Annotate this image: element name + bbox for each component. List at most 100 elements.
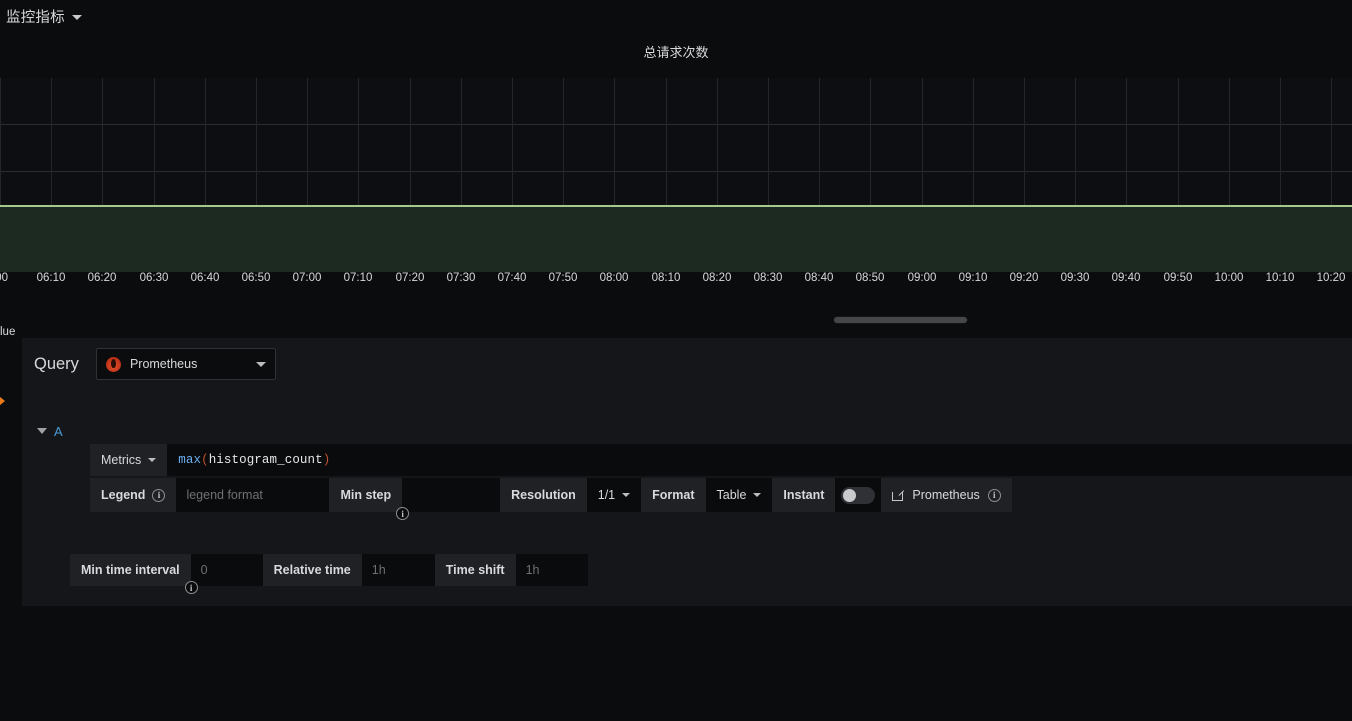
- chevron-down-icon[interactable]: [753, 493, 762, 497]
- query-row-letter: A: [54, 423, 63, 439]
- legend-label-clipped: lue: [0, 326, 16, 338]
- format-label: Format: [641, 478, 706, 512]
- x-axis-tick-label: 06:20: [87, 272, 117, 284]
- x-axis-tick-label: 09:50: [1163, 272, 1193, 284]
- dashboard-title-menu[interactable]: 监控指标: [0, 2, 88, 31]
- x-axis-tick-label: 09:00: [907, 272, 937, 284]
- min-time-interval-label: Min time interval i: [70, 554, 198, 594]
- x-axis-tick-label: 07:40: [497, 272, 527, 284]
- chevron-down-icon[interactable]: [71, 15, 82, 20]
- chevron-down-icon[interactable]: [255, 361, 266, 367]
- x-axis-tick-label: 06:10: [36, 272, 66, 284]
- query-collapse-marker-icon[interactable]: [0, 392, 5, 410]
- metrics-row: Metrics max(histogram_count): [30, 444, 1352, 476]
- series-area-fill: [0, 206, 1352, 272]
- external-link-icon: [892, 490, 904, 501]
- query-token-open-paren: (: [201, 453, 209, 467]
- x-axis-tick-label: 07:20: [395, 272, 425, 284]
- instant-toggle-cell: [835, 478, 882, 512]
- prometheus-flame-icon: [105, 356, 121, 372]
- x-axis-tick-label: 08:30: [753, 272, 783, 284]
- legend-label-text: Legend: [101, 488, 146, 502]
- x-axis: :00 06:10 06:20 06:30 06:40 06:50 07:00 07:10 07…: [0, 272, 1352, 294]
- info-icon[interactable]: i: [987, 488, 1001, 502]
- format-select[interactable]: Table: [705, 478, 773, 512]
- x-axis-tick-label: 06:30: [139, 272, 169, 284]
- relative-time-input[interactable]: [361, 554, 435, 586]
- x-axis-tick-label: :00: [0, 272, 8, 284]
- metrics-browser-button[interactable]: Metrics: [90, 444, 168, 476]
- time-series-graph[interactable]: [0, 78, 1352, 272]
- min-step-label: Min step i: [329, 478, 410, 520]
- x-axis-tick-label: 08:00: [599, 272, 629, 284]
- query-row-header-a[interactable]: A: [30, 418, 1352, 444]
- panel-title: 总请求次数: [643, 45, 709, 60]
- x-axis-tick-label: 07:10: [343, 272, 373, 284]
- query-token-identifier: histogram_count: [208, 453, 323, 467]
- time-shift-label-text: Time shift: [445, 563, 505, 577]
- x-axis-tick-label: 07:00: [292, 272, 322, 284]
- legend-format-input[interactable]: [176, 478, 330, 512]
- format-label-text: Format: [652, 488, 695, 502]
- grafana-app: 监控指标 总请求次数 :00 06:10 06:20 06:30 06:40 06:50 0…: [0, 0, 1352, 721]
- info-icon[interactable]: i: [184, 581, 198, 594]
- x-axis-tick-label: 07:30: [446, 272, 476, 284]
- legend-label: Legend i: [90, 478, 177, 512]
- query-options-row: Legend i Min step i Resolution 1/1 F: [30, 478, 1352, 520]
- relative-time-label-text: Relative time: [273, 563, 351, 577]
- min-time-interval-label-text: Min time interval: [81, 563, 180, 577]
- datasource-name: Prometheus: [129, 357, 198, 371]
- query-label: Query: [34, 354, 79, 373]
- query-token-function: max: [178, 453, 202, 467]
- x-axis-tick-label: 10:20: [1316, 272, 1346, 284]
- graph-panel: 总请求次数 :00 06:10 06:20 06:30 06:40 06:50 07:00 0…: [0, 32, 1352, 338]
- instant-toggle[interactable]: [841, 486, 876, 504]
- caret-down-icon[interactable]: [37, 428, 47, 434]
- instant-label: Instant: [772, 478, 836, 512]
- time-shift-input[interactable]: [515, 554, 588, 586]
- x-axis-tick-label: 10:00: [1214, 272, 1244, 284]
- row-indent-spacer: [30, 478, 90, 512]
- row-indent-spacer: [30, 444, 90, 476]
- x-axis-tick-label: 09:30: [1060, 272, 1090, 284]
- toggle-knob: [843, 488, 857, 502]
- x-axis-tick-label: 09:40: [1111, 272, 1141, 284]
- x-axis-tick-label: 06:40: [190, 272, 220, 284]
- chevron-down-icon[interactable]: [148, 458, 157, 462]
- prometheus-external-link[interactable]: Prometheus i: [881, 478, 1012, 512]
- format-value: Table: [716, 488, 747, 502]
- x-axis-tick-label: 08:10: [651, 272, 681, 284]
- info-icon[interactable]: i: [152, 488, 166, 502]
- options-row-filler: [1011, 478, 1352, 512]
- dashboard-title: 监控指标: [6, 10, 65, 26]
- resolution-value: 1/1: [597, 488, 616, 502]
- x-axis-tick-label: 07:50: [548, 272, 578, 284]
- x-axis-tick-label: 08:40: [804, 272, 834, 284]
- gridline-horizontal: [0, 124, 1352, 125]
- query-settings-row: Min time interval i Relative time Time s…: [70, 554, 588, 594]
- datasource-picker[interactable]: Prometheus: [95, 348, 276, 380]
- metrics-button-label: Metrics: [101, 453, 142, 467]
- resolution-label-text: Resolution: [511, 488, 576, 502]
- x-axis-tick-label: 08:20: [702, 272, 732, 284]
- time-shift-label: Time shift: [434, 554, 516, 586]
- info-icon[interactable]: i: [396, 507, 410, 520]
- query-editor-panel: Query Prometheus A Metrics max(histogram…: [22, 338, 1352, 606]
- x-axis-tick-label: 08:50: [855, 272, 885, 284]
- x-axis-tick-label: 09:10: [958, 272, 988, 284]
- query-header: Query Prometheus: [22, 338, 1352, 390]
- gridline-horizontal: [0, 171, 1352, 172]
- x-axis-tick-label: 10:10: [1265, 272, 1295, 284]
- query-token-close-paren: ): [322, 453, 331, 467]
- resolution-select[interactable]: 1/1: [586, 478, 642, 512]
- resolution-label: Resolution: [500, 478, 587, 512]
- series-line: [0, 205, 1352, 207]
- query-row-body: Metrics max(histogram_count) Legend i Mi…: [30, 444, 1352, 520]
- chevron-down-icon[interactable]: [622, 493, 631, 497]
- min-time-interval-input[interactable]: [190, 554, 263, 586]
- min-step-input[interactable]: [402, 478, 501, 512]
- query-expression-field[interactable]: max(histogram_count): [167, 444, 1352, 476]
- instant-label-text: Instant: [783, 488, 825, 502]
- prometheus-link-label: Prometheus: [912, 488, 980, 502]
- panel-scrollbar-thumb[interactable]: [834, 317, 967, 323]
